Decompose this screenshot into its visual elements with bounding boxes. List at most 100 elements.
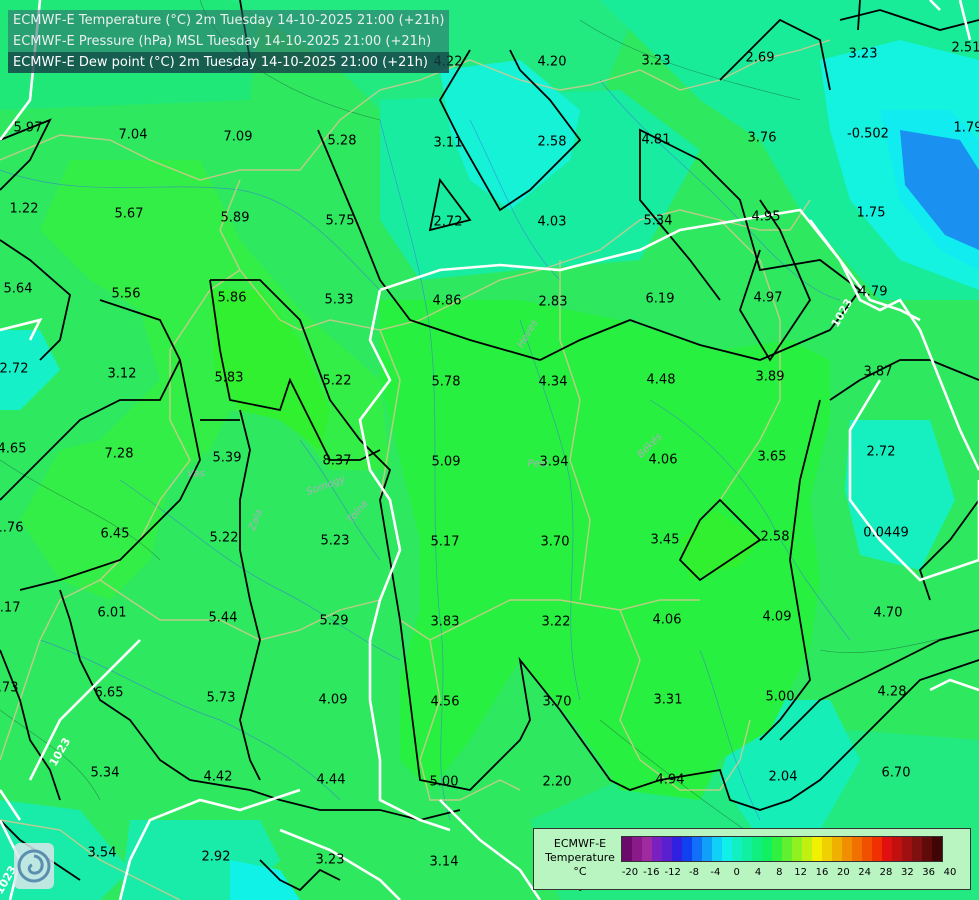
- temperature-value: 6.45: [100, 526, 130, 542]
- legend-color-bar: [621, 836, 943, 862]
- legend-swatch: [872, 837, 882, 861]
- temperature-value: 2.69: [745, 50, 775, 66]
- temperature-value: 3.23: [641, 53, 671, 69]
- legend-tick: 40: [943, 867, 957, 878]
- legend-swatch: [832, 837, 842, 861]
- legend-tick: 28: [879, 867, 893, 878]
- temperature-value: 5.75: [325, 213, 355, 229]
- temperature-value: 5.00: [765, 689, 795, 705]
- legend-tick: 20: [836, 867, 850, 878]
- region-label: Vas: [187, 468, 205, 480]
- temperature-value: 1.22: [9, 201, 39, 217]
- legend-unit: °C: [573, 865, 587, 878]
- temperature-value: 2.72: [433, 214, 463, 230]
- legend-swatch: [742, 837, 752, 861]
- legend-tick: 4: [754, 867, 762, 878]
- temperature-value: 4.70: [873, 605, 903, 621]
- temperature-value: 3.54: [87, 845, 117, 861]
- temperature-value: 6.70: [881, 765, 911, 781]
- legend-swatch: [852, 837, 862, 861]
- pressure-layer-title[interactable]: ECMWF-E Pressure (hPa) MSL Tuesday 14-10…: [8, 31, 450, 52]
- legend-swatch: [912, 837, 922, 861]
- temperature-value: 7.09: [223, 129, 253, 145]
- temperature-value: 4.95: [751, 209, 781, 225]
- legend-swatch: [932, 837, 942, 861]
- temperature-value: 3.11: [433, 135, 463, 151]
- temperature-value: 3.89: [755, 369, 785, 385]
- legend-swatch: [862, 837, 872, 861]
- temperature-value: 4.28: [877, 684, 907, 700]
- temperature-value: 6.19: [645, 291, 675, 307]
- temperature-value: 7.28: [104, 446, 134, 462]
- temperature-value: 5.67: [114, 206, 144, 222]
- legend-swatch: [792, 837, 802, 861]
- temperature-value: 5.17: [430, 534, 460, 550]
- legend-tick: 24: [858, 867, 872, 878]
- temperature-value: 5.09: [431, 454, 461, 470]
- legend-swatch: [882, 837, 892, 861]
- legend-tick: 36: [922, 867, 936, 878]
- temperature-value: 4.34: [538, 374, 568, 390]
- temperature-value: 5.44: [208, 610, 238, 626]
- temperature-value: 5.78: [431, 374, 461, 390]
- temperature-value: 4.65: [0, 441, 27, 457]
- temperature-value: 3.14: [429, 854, 459, 870]
- legend-swatch: [672, 837, 682, 861]
- temperature-value: 0.0449: [863, 525, 909, 541]
- temperature-layer-title[interactable]: ECMWF-E Temperature (°C) 2m Tuesday 14-1…: [8, 10, 450, 31]
- legend-tick: -12: [664, 867, 681, 878]
- temperature-value: 5.22: [209, 530, 239, 546]
- legend-swatch: [922, 837, 932, 861]
- temperature-value: 5.23: [320, 533, 350, 549]
- legend-swatch: [842, 837, 852, 861]
- temperature-value: 4.42: [203, 769, 233, 785]
- legend-tick: 32: [900, 867, 914, 878]
- legend-parameter: Temperature: [545, 851, 615, 864]
- temperature-value: 5.89: [220, 210, 250, 226]
- legend-model: ECMWF-E: [553, 837, 607, 850]
- temperature-value: 3.83: [430, 614, 460, 630]
- legend-swatch: [892, 837, 902, 861]
- legend-title: ECMWF-E Temperature °C: [540, 837, 620, 879]
- legend-swatch: [822, 837, 832, 861]
- temperature-value: 5.86: [217, 290, 247, 306]
- legend-ticks: -20 -16 -12 -8 -4 0 4 8 12 16 20 24 28 32 36 40: [614, 867, 964, 881]
- legend-swatch: [632, 837, 642, 861]
- legend-swatch: [802, 837, 812, 861]
- temperature-value: 3.65: [757, 449, 787, 465]
- legend-swatch: [762, 837, 772, 861]
- legend-swatch: [682, 837, 692, 861]
- temperature-value: 4.97: [753, 290, 783, 306]
- legend-tick: 0: [733, 867, 740, 878]
- dewpoint-layer-title[interactable]: ECMWF-E Dew point (°C) 2m Tuesday 14-10-…: [8, 52, 450, 73]
- temperature-value: 4.44: [316, 772, 346, 788]
- temperature-value: 5.64: [3, 281, 33, 297]
- temperature-value: 5.22: [322, 373, 352, 389]
- temperature-value: 2.58: [537, 134, 567, 150]
- temperature-value: 5.34: [643, 213, 673, 229]
- temperature-value: 2.72: [0, 361, 29, 377]
- brand-logo[interactable]: [14, 843, 54, 889]
- legend-swatch: [772, 837, 782, 861]
- temperature-value: 5.33: [324, 292, 354, 308]
- temperature-value: -0.502: [847, 126, 889, 142]
- legend-tick: -4: [710, 867, 721, 878]
- temperature-value: 4.20: [537, 54, 567, 70]
- temperature-value: 4.94: [655, 772, 685, 788]
- temperature-value: 5.28: [327, 133, 357, 149]
- temperature-value: 4.09: [318, 692, 348, 708]
- temperature-value: 2.20: [542, 774, 572, 790]
- legend-swatch: [702, 837, 712, 861]
- temperature-value: 4.81: [641, 132, 671, 148]
- weather-map[interactable]: 1023 1023 1023 Vas Somogy Tolna Pest Bék…: [0, 0, 979, 900]
- legend-swatch: [902, 837, 912, 861]
- temperature-value: 3.23: [315, 852, 345, 868]
- temperature-value: 5.00: [429, 774, 459, 790]
- temperature-value: 4.06: [652, 612, 682, 628]
- temperature-value: 2.83: [538, 294, 568, 310]
- temperature-value: 3.76: [747, 130, 777, 146]
- temperature-value: 3.12: [107, 366, 137, 382]
- temperature-value: 7.04: [118, 127, 148, 143]
- temperature-value: 6.65: [94, 685, 124, 701]
- temperature-value: 5.56: [111, 286, 141, 302]
